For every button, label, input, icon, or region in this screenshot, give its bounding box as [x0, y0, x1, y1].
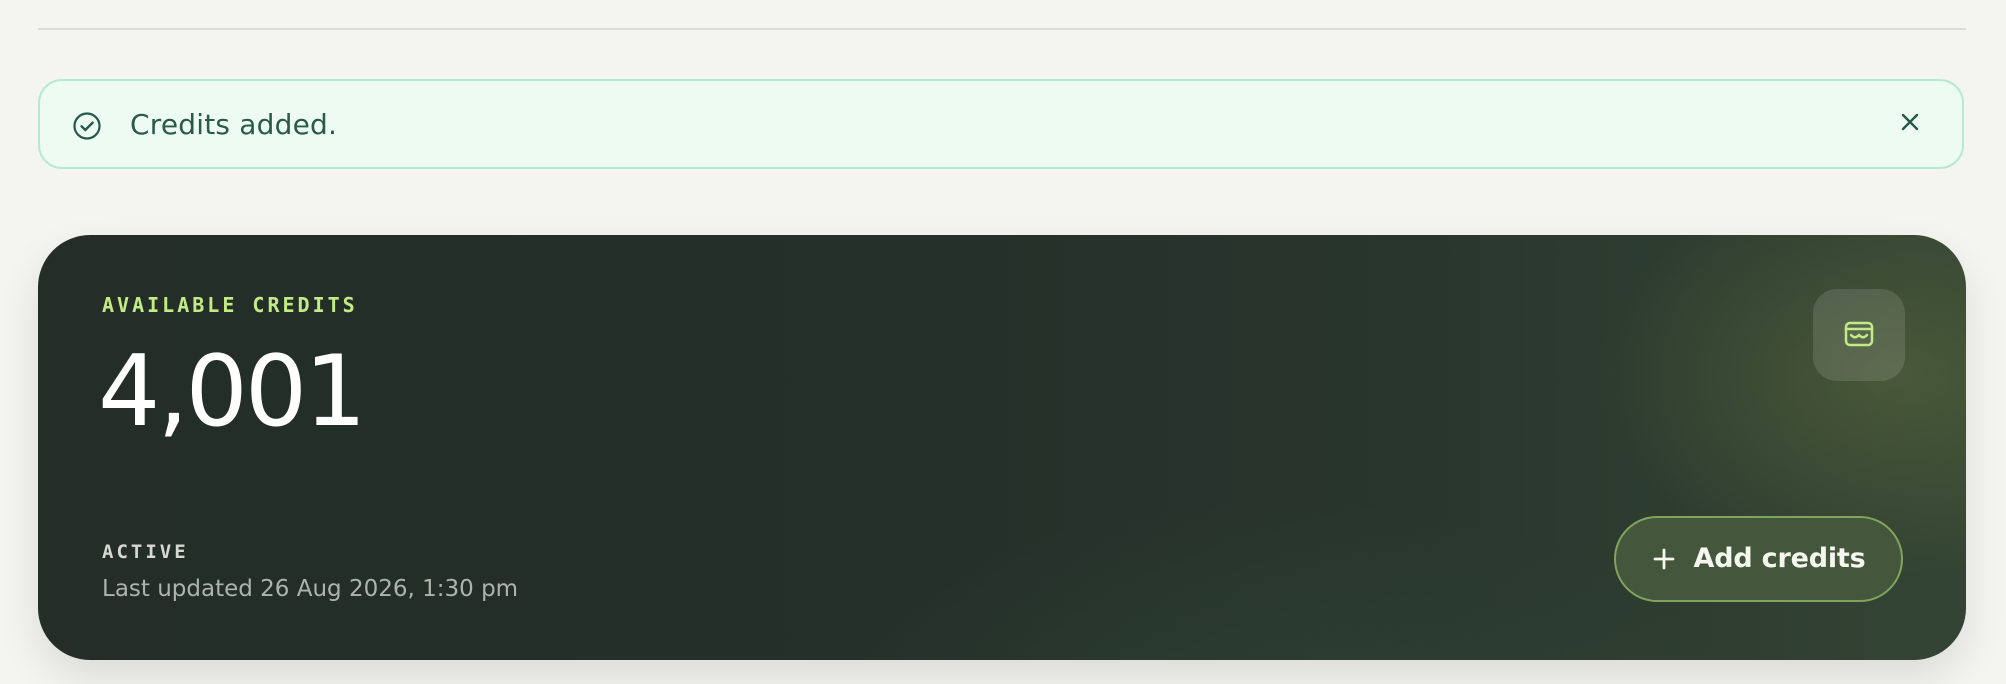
plus-icon [1652, 547, 1676, 571]
status-label: ACTIVE [102, 541, 189, 563]
available-credits-card: AVAILABLE CREDITS 4,001 ACTIVE Last upda… [38, 235, 1966, 660]
last-updated-text: Last updated 26 Aug 2026, 1:30 pm [102, 576, 519, 602]
wallet-button[interactable] [1813, 289, 1905, 381]
available-credits-label: AVAILABLE CREDITS [102, 293, 358, 317]
add-credits-button[interactable]: Add credits [1614, 516, 1903, 602]
notification-message: Credits added. [130, 108, 338, 141]
available-credits-value: 4,001 [98, 335, 367, 449]
add-credits-button-content: Add credits [1652, 542, 1866, 576]
add-credits-label: Add credits [1693, 543, 1866, 574]
top-divider [38, 28, 1966, 30]
wallet-icon [1839, 314, 1879, 357]
check-circle-icon [72, 111, 102, 141]
dismiss-notification-button[interactable] [1892, 105, 1928, 141]
credits-added-notification: Credits added. [38, 79, 1964, 169]
close-icon [1898, 110, 1922, 137]
